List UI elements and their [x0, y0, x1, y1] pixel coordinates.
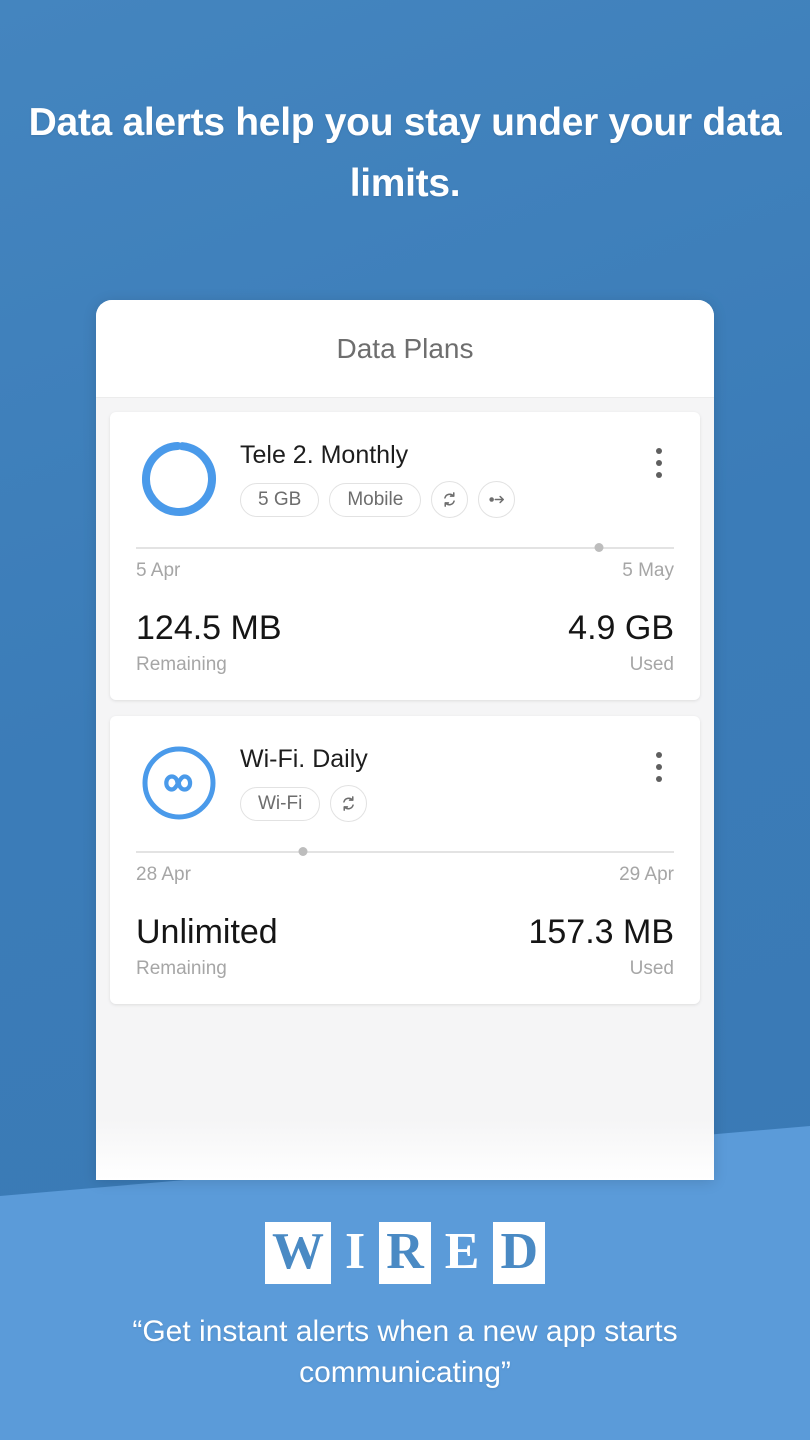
plan-used-value: 157.3 MB — [528, 912, 674, 952]
wired-logo-letter-d: D — [493, 1222, 545, 1284]
timeline-dot — [298, 847, 307, 856]
plan-date-row: 28 Apr 29 Apr — [136, 864, 674, 886]
headline: Data alerts help you stay under your dat… — [0, 92, 810, 214]
plan-chip-network[interactable]: Mobile — [329, 483, 421, 517]
plan-card-header: Wi-Fi. Daily Wi-Fi — [136, 740, 674, 826]
plan-card[interactable]: Wi-Fi. Daily Wi-Fi — [110, 716, 700, 1004]
overflow-menu-icon[interactable] — [644, 436, 674, 478]
plan-date-row: 5 Apr 5 May — [136, 560, 674, 582]
plan-remaining-value: Unlimited — [136, 912, 278, 952]
data-transfer-icon[interactable] — [478, 481, 515, 518]
plan-remaining-label: Remaining — [136, 958, 278, 980]
plan-card-body: Wi-Fi. Daily Wi-Fi — [240, 740, 644, 822]
plan-card-header: Tele 2. Monthly 5 GB Mobile — [136, 436, 674, 522]
sync-icon[interactable] — [330, 785, 367, 822]
plan-remaining-block: Unlimited Remaining — [136, 912, 278, 980]
plan-usage-row: 124.5 MB Remaining 4.9 GB Used — [136, 608, 674, 676]
plan-end-date: 5 May — [622, 560, 674, 582]
plan-remaining-label: Remaining — [136, 654, 282, 676]
sync-icon[interactable] — [431, 481, 468, 518]
wired-logo: WIRED — [0, 1222, 810, 1284]
plan-card[interactable]: Tele 2. Monthly 5 GB Mobile — [110, 412, 700, 700]
plan-list: Tele 2. Monthly 5 GB Mobile — [96, 398, 714, 1004]
plan-chip-network[interactable]: Wi-Fi — [240, 787, 320, 821]
plan-start-date: 5 Apr — [136, 560, 180, 582]
timeline-dot — [594, 543, 603, 552]
phone-bottom-fade — [96, 1070, 714, 1180]
overflow-menu-icon[interactable] — [644, 740, 674, 782]
infinity-icon — [136, 740, 222, 826]
progress-ring-icon — [136, 436, 222, 522]
plan-end-date: 29 Apr — [619, 864, 674, 886]
wired-logo-letter-r: R — [379, 1222, 431, 1284]
review-quote: “Get instant alerts when a new app start… — [0, 1311, 810, 1393]
wired-logo-letter-e: E — [438, 1222, 487, 1284]
wired-logo-letter-i: I — [338, 1222, 372, 1284]
plan-start-date: 28 Apr — [136, 864, 191, 886]
plan-name: Wi-Fi. Daily — [240, 744, 644, 774]
plan-card-body: Tele 2. Monthly 5 GB Mobile — [240, 436, 644, 518]
plan-usage-row: Unlimited Remaining 157.3 MB Used — [136, 912, 674, 980]
app-header: Data Plans — [96, 300, 714, 398]
timeline-track — [136, 851, 674, 853]
plan-used-label: Used — [528, 958, 674, 980]
plan-remaining-value: 124.5 MB — [136, 608, 282, 648]
plan-used-label: Used — [568, 654, 674, 676]
plan-used-block: 4.9 GB Used — [568, 608, 674, 676]
plan-used-block: 157.3 MB Used — [528, 912, 674, 980]
plan-remaining-block: 124.5 MB Remaining — [136, 608, 282, 676]
plan-chip-row: 5 GB Mobile — [240, 481, 644, 518]
phone-mockup: Data Plans Tele 2. Monthly 5 GB Mobile — [96, 300, 714, 1180]
page-title: Data Plans — [337, 333, 474, 365]
plan-timeline — [136, 546, 674, 550]
plan-used-value: 4.9 GB — [568, 608, 674, 648]
plan-chip-quota[interactable]: 5 GB — [240, 483, 319, 517]
plan-timeline — [136, 850, 674, 854]
plan-name: Tele 2. Monthly — [240, 440, 644, 470]
wired-logo-letter-w: W — [265, 1222, 331, 1284]
plan-chip-row: Wi-Fi — [240, 785, 644, 822]
